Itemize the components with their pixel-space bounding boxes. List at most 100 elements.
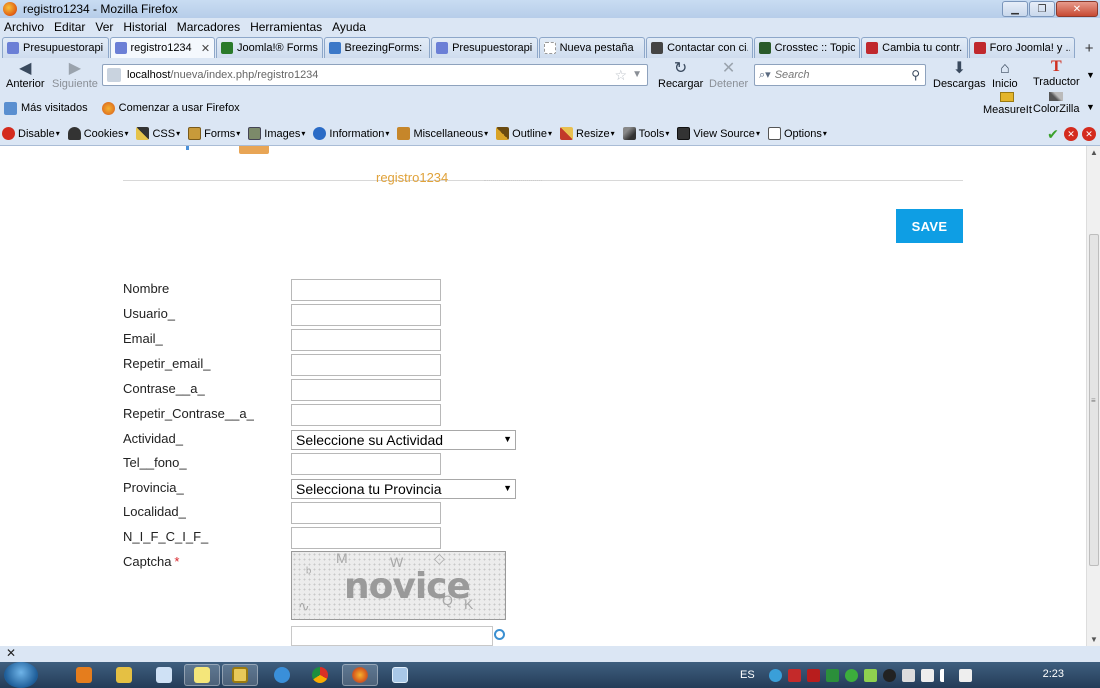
taskbar-app[interactable]: [222, 664, 258, 686]
back-button[interactable]: ◀ Anterior: [6, 60, 45, 90]
menu-editar[interactable]: Editar: [54, 20, 85, 34]
taskbar-clock[interactable]: 2:23: [1043, 668, 1064, 680]
dev-images-menu[interactable]: Images ▾: [248, 127, 305, 140]
dev-information-menu[interactable]: Information ▾: [313, 127, 389, 140]
taskbar-media-player[interactable]: [66, 664, 102, 686]
search-input[interactable]: [774, 69, 895, 81]
menu-archivo[interactable]: Archivo: [4, 20, 44, 34]
signal-icon[interactable]: [939, 668, 953, 682]
reload-button[interactable]: ↻ Recargar: [658, 60, 703, 90]
dev-forms-menu[interactable]: Forms ▾: [188, 127, 240, 140]
url-dropdown-icon[interactable]: ▼: [632, 69, 642, 80]
translator-button[interactable]: T Traductor: [1033, 58, 1080, 88]
menu-herramientas[interactable]: Herramientas: [250, 20, 322, 34]
taskbar-sticky-notes[interactable]: [184, 664, 220, 686]
close-bar-icon[interactable]: ✕: [6, 646, 16, 660]
dev-css-menu[interactable]: CSS ▾: [136, 127, 180, 140]
close-window-button[interactable]: ✕: [1056, 1, 1098, 17]
new-tab-button[interactable]: +: [1078, 38, 1100, 58]
menu-ver[interactable]: Ver: [95, 20, 113, 34]
dev-miscellaneous-menu[interactable]: Miscellaneous ▾: [397, 127, 488, 140]
taskbar-internet-explorer[interactable]: [264, 664, 300, 686]
dev-view-source-menu[interactable]: View Source ▾: [677, 127, 760, 140]
tab[interactable]: Nueva pestaña: [538, 37, 646, 58]
dev-disable-menu[interactable]: Disable ▾: [2, 127, 60, 140]
menu-ayuda[interactable]: Ayuda: [332, 20, 366, 34]
tab-favicon-icon: [973, 42, 986, 54]
forward-button[interactable]: ▶ Siguiente: [52, 60, 98, 90]
input-usuario[interactable]: [291, 304, 441, 326]
taskbar-window[interactable]: [382, 664, 418, 686]
tab[interactable]: Contactar con ci...: [646, 37, 753, 58]
error-icon[interactable]: ✕: [1064, 127, 1078, 141]
select-provincia[interactable]: Selecciona tu Provincia ▼: [291, 479, 516, 499]
tab[interactable]: Presupuestorapi...: [431, 37, 538, 58]
scroll-down-icon[interactable]: ▼: [1090, 635, 1098, 644]
save-button[interactable]: SAVE: [896, 209, 963, 243]
tab[interactable]: Presupuestorapi...: [2, 37, 109, 58]
vertical-scrollbar[interactable]: ▲ ≡ ▼: [1086, 146, 1100, 646]
taskbar-firefox[interactable]: [342, 664, 378, 686]
dev-outline-menu[interactable]: Outline ▾: [496, 127, 552, 140]
home-button[interactable]: ⌂ Inicio: [992, 60, 1018, 90]
close-toolbar-icon[interactable]: ✕: [1082, 127, 1096, 141]
flag-icon[interactable]: [901, 668, 915, 682]
antivirus-icon[interactable]: [882, 668, 896, 682]
security-icon[interactable]: [844, 668, 858, 682]
colorzilla-button[interactable]: ColorZilla: [1033, 92, 1079, 115]
maximize-button[interactable]: ❐: [1029, 1, 1055, 17]
pdf-icon[interactable]: [787, 668, 801, 682]
search-box[interactable]: ⌕▾ ⚲: [754, 64, 926, 86]
select-actividad[interactable]: Seleccione su Actividad ▼: [291, 430, 516, 450]
input-contrasena[interactable]: [291, 379, 441, 401]
taskbar-documents[interactable]: [146, 664, 182, 686]
start-button[interactable]: [4, 662, 38, 688]
dev-resize-menu[interactable]: Resize ▾: [560, 127, 615, 140]
stop-button[interactable]: ✕ Detener: [709, 60, 748, 90]
search-icon[interactable]: ⚲: [911, 68, 920, 82]
colorzilla-dropdown-icon[interactable]: ▼: [1086, 102, 1095, 112]
url-bar[interactable]: localhost/nueva/index.php/registro1234 ☆…: [102, 64, 648, 86]
tab[interactable]: Cambia tu contr...: [861, 37, 968, 58]
taskbar-chrome[interactable]: [302, 664, 338, 686]
red-app-icon[interactable]: [806, 668, 820, 682]
input-repetir-contrasena[interactable]: [291, 404, 441, 426]
taskbar-explorer[interactable]: [106, 664, 142, 686]
language-indicator[interactable]: ES: [740, 669, 755, 681]
input-repetir-email[interactable]: [291, 354, 441, 376]
bookmark-most-visited[interactable]: Más visitados: [4, 101, 88, 115]
downloads-button[interactable]: ⬇ Descargas: [933, 60, 986, 90]
bookmark-getting-started[interactable]: Comenzar a usar Firefox: [101, 101, 240, 115]
dev-options-menu[interactable]: Options ▾: [767, 127, 827, 140]
input-nif-cif[interactable]: [291, 527, 441, 549]
input-telefono[interactable]: [291, 453, 441, 475]
input-email[interactable]: [291, 329, 441, 351]
network-globe-icon[interactable]: [768, 668, 782, 682]
bookmark-star-icon[interactable]: ☆: [614, 67, 627, 84]
close-tab-icon[interactable]: ✕: [201, 42, 210, 55]
captcha-input[interactable]: [291, 626, 493, 646]
translator-dropdown-icon[interactable]: ▼: [1086, 70, 1095, 80]
menu-historial[interactable]: Historial: [123, 20, 166, 34]
checkmark-icon[interactable]: ✔: [1046, 126, 1060, 142]
dev-tools-menu[interactable]: Tools ▾: [622, 127, 669, 140]
minimize-button[interactable]: ▁: [1002, 1, 1028, 17]
tab[interactable]: Foro Joomla! y ...: [968, 37, 1076, 58]
green-app-icon[interactable]: [825, 668, 839, 682]
refresh-captcha-icon[interactable]: [494, 629, 505, 640]
info-icon: [313, 127, 327, 140]
measureit-button[interactable]: MeasureIt: [983, 92, 1032, 116]
tab[interactable]: Crosstec :: Topic...: [753, 37, 861, 58]
tab-active[interactable]: registro1234 ✕: [109, 37, 216, 58]
tab[interactable]: Joomla!® Forms...: [216, 37, 323, 58]
input-nombre[interactable]: [291, 279, 441, 301]
volume-icon[interactable]: [958, 668, 972, 682]
status-icon[interactable]: [863, 668, 877, 682]
scroll-up-icon[interactable]: ▲: [1090, 148, 1098, 157]
dev-cookies-menu[interactable]: Cookies ▾: [67, 127, 128, 140]
tab[interactable]: BreezingForms: ...: [323, 37, 431, 58]
input-localidad[interactable]: [291, 502, 441, 524]
device-icon[interactable]: [920, 668, 934, 682]
search-engine-icon[interactable]: ⌕▾: [759, 68, 771, 82]
menu-marcadores[interactable]: Marcadores: [177, 20, 240, 34]
